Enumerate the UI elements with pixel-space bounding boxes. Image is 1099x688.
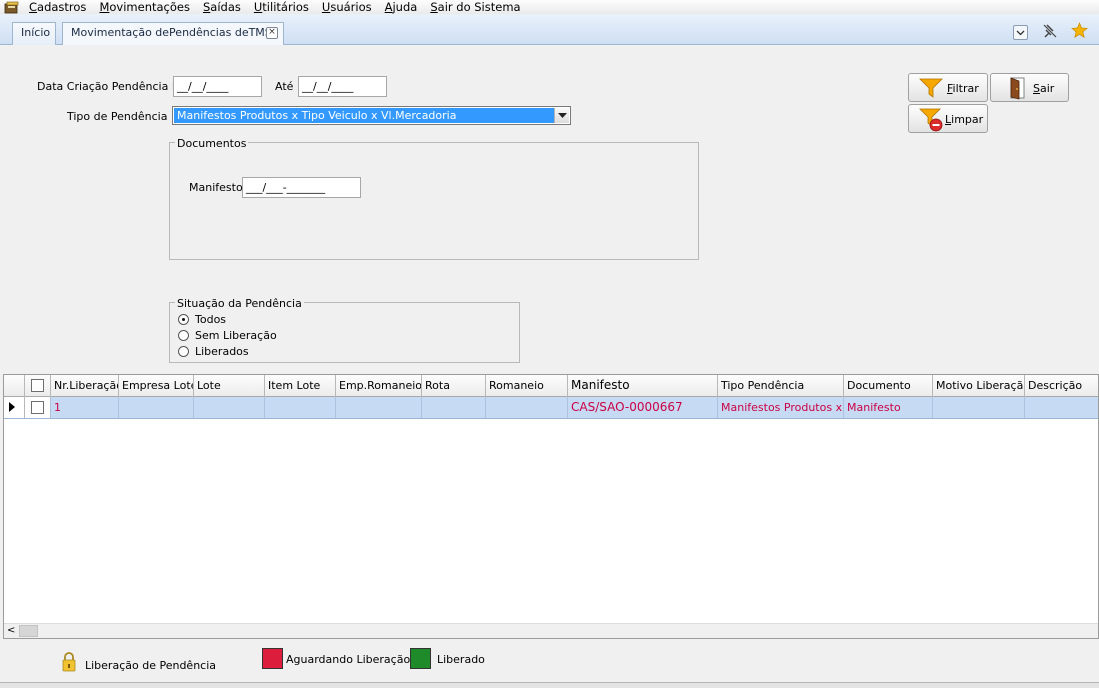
close-icon[interactable]: × — [266, 27, 278, 39]
row-select-cell — [25, 397, 51, 418]
header-emp-romaneio[interactable]: Emp.Romaneio — [336, 375, 422, 397]
tab-strip: Início Movimentação dePendências deTMS × — [0, 14, 1099, 45]
row-indicator — [4, 397, 25, 418]
header-nr-liberacao[interactable]: Nr.Liberação — [51, 375, 119, 397]
exit-door-icon — [1007, 76, 1027, 103]
filtrar-label: Filtrar — [947, 82, 979, 95]
clear-filter-icon — [919, 108, 945, 135]
cell-manifesto: CAS/SAO-0000667 — [568, 397, 718, 418]
tab-inicio[interactable]: Início — [12, 22, 56, 45]
menu-sair-do-sistema[interactable]: Sair do Sistema — [423, 0, 526, 14]
grid-header: Nr.Liberação Empresa Lote Lote Item Lote… — [4, 375, 1098, 397]
tipo-pendencia-select[interactable]: Manifestos Produtos x Tipo Veiculo x Vl.… — [172, 106, 571, 125]
pendencias-grid[interactable]: Nr.Liberação Empresa Lote Lote Item Lote… — [3, 374, 1099, 639]
radio-liberados-label: Liberados — [195, 345, 249, 358]
header-romaneio[interactable]: Romaneio — [486, 375, 568, 397]
menu-utilitarios[interactable]: Utilitários — [247, 0, 315, 14]
header-item-lote[interactable]: Item Lote — [265, 375, 336, 397]
liberado-label: Liberado — [437, 653, 485, 666]
cell-item-lote — [265, 397, 336, 418]
limpar-label: Limpar — [945, 113, 984, 126]
filter-icon — [919, 77, 943, 102]
app-icon — [4, 1, 20, 14]
radio-todos[interactable] — [178, 314, 189, 325]
tipo-pendencia-value: Manifestos Produtos x Tipo Veiculo x Vl.… — [174, 108, 554, 123]
cell-tipo-pendencia: Manifestos Produtos x — [718, 397, 844, 418]
header-tipo-pendencia[interactable]: Tipo Pendência — [718, 375, 844, 397]
header-manifesto[interactable]: Manifesto — [568, 375, 718, 397]
tab-inicio-label: Início — [21, 26, 51, 39]
menu-movimentacoes[interactable]: Movimentações — [92, 0, 196, 14]
unpin-icon[interactable] — [1042, 23, 1058, 39]
chevron-down-icon[interactable] — [554, 108, 569, 123]
horizontal-scrollbar[interactable]: < — [4, 623, 1098, 638]
cell-nr-liberacao: 1 — [51, 397, 119, 418]
cell-documento: Manifesto — [844, 397, 933, 418]
header-rota[interactable]: Rota — [422, 375, 486, 397]
menu-bar: Cadastros Movimentações Saídas Utilitári… — [0, 0, 1099, 14]
padlock-icon — [61, 651, 77, 676]
radio-sem-liberacao[interactable] — [178, 330, 189, 341]
cell-romaneio — [486, 397, 568, 418]
menu-saidas[interactable]: Saídas — [196, 0, 247, 14]
data-ate-input[interactable]: __/__/____ — [298, 76, 387, 97]
sair-button[interactable]: Sair — [990, 73, 1069, 102]
cell-emp-romaneio — [336, 397, 422, 418]
manifesto-label: Manifesto — [189, 181, 243, 194]
header-empresa-lote[interactable]: Empresa Lote — [119, 375, 194, 397]
limpar-button[interactable]: Limpar — [908, 104, 988, 133]
liberado-color-swatch — [410, 648, 431, 669]
liberacao-pendencia-label[interactable]: Liberação de Pendência — [85, 659, 216, 672]
documentos-title: Documentos — [175, 137, 249, 150]
radio-sem-liberacao-label: Sem Liberação — [195, 329, 277, 342]
cell-rota — [422, 397, 486, 418]
dropdown-tabs-icon[interactable] — [1013, 25, 1028, 40]
header-documento[interactable]: Documento — [844, 375, 933, 397]
cell-empresa-lote — [119, 397, 194, 418]
tab-movimentacao-label: Movimentação dePendências deTMS — [71, 26, 272, 39]
radio-todos-label: Todos — [195, 313, 227, 326]
documentos-group: Documentos Manifesto ___/___-_______ — [169, 137, 699, 260]
scroll-left-icon[interactable]: < — [7, 624, 15, 638]
data-de-input[interactable]: __/__/____ — [173, 76, 262, 97]
header-motivo-liberacao[interactable]: Motivo Liberação — [933, 375, 1025, 397]
status-bar — [0, 682, 1099, 688]
situacao-group: Situação da Pendência Todos Sem Liberaçã… — [169, 297, 520, 363]
scroll-thumb[interactable] — [19, 625, 38, 637]
menu-cadastros[interactable]: Cadastros — [22, 0, 92, 14]
header-select-all — [25, 375, 51, 397]
table-row[interactable]: 1 CAS/SAO-0000667 Manifestos Produtos x … — [4, 397, 1098, 419]
tipo-pendencia-label: Tipo de Pendência — [67, 110, 168, 123]
menu-usuarios[interactable]: Usuários — [315, 0, 378, 14]
radio-liberados[interactable] — [178, 346, 189, 357]
situacao-title: Situação da Pendência — [175, 297, 304, 310]
manifesto-input[interactable]: ___/___-_______ — [242, 177, 361, 198]
data-criacao-label: Data Criação Pendência De — [37, 80, 188, 93]
select-all-checkbox[interactable] — [31, 379, 44, 392]
menu-ajuda[interactable]: Ajuda — [378, 0, 424, 14]
favorite-star-icon[interactable] — [1071, 22, 1088, 39]
cell-motivo-liberacao — [933, 397, 1025, 418]
header-indicator — [4, 375, 25, 397]
tab-movimentacao-pendencias[interactable]: Movimentação dePendências deTMS × — [62, 22, 284, 45]
aguardando-liberacao-label: Aguardando Liberação — [286, 653, 411, 666]
cell-lote — [194, 397, 265, 418]
header-descricao[interactable]: Descrição — [1025, 375, 1098, 397]
sair-label: Sair — [1033, 82, 1055, 95]
header-lote[interactable]: Lote — [194, 375, 265, 397]
filtrar-button[interactable]: Filtrar — [908, 73, 988, 102]
row-checkbox[interactable] — [31, 401, 44, 414]
ate-label: Até — [275, 80, 294, 93]
aguardando-color-swatch — [262, 648, 283, 669]
cell-descricao — [1025, 397, 1098, 418]
